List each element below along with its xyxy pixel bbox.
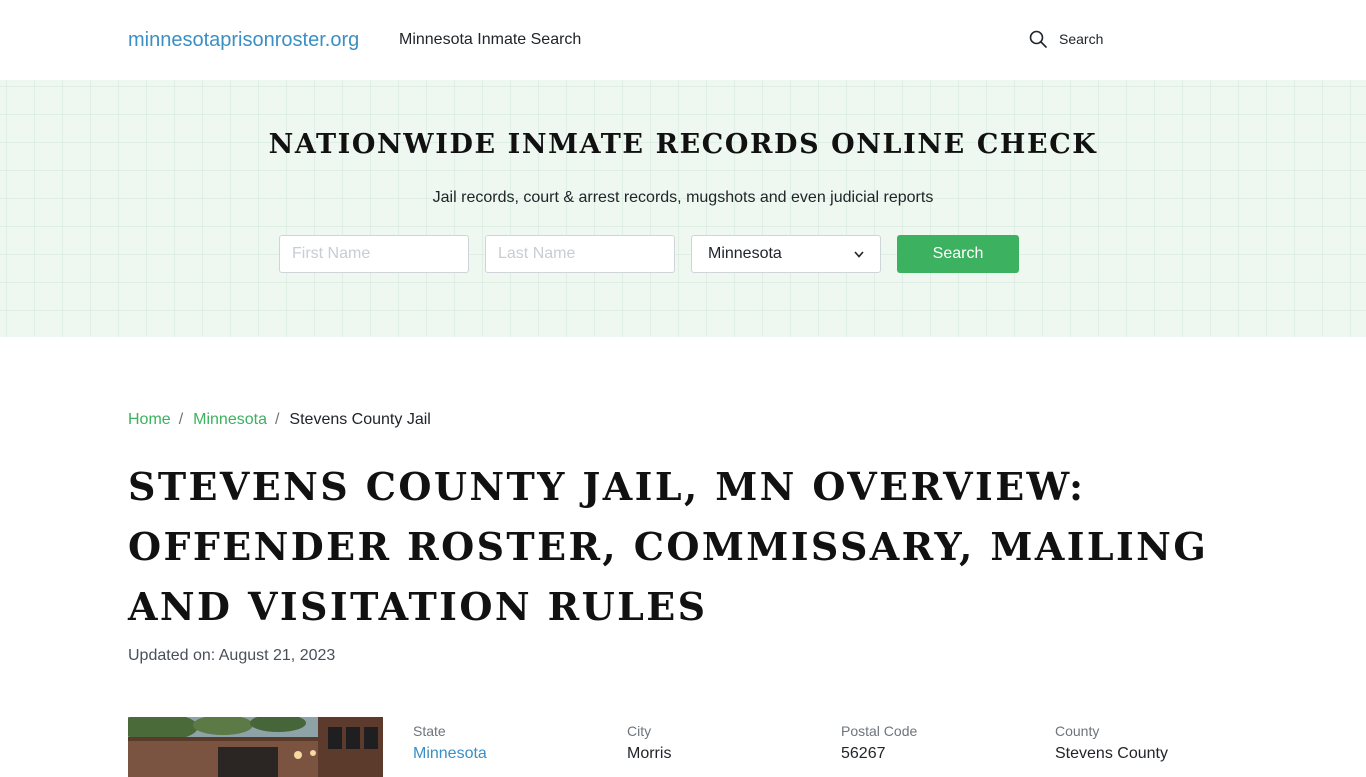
breadcrumb-state-link[interactable]: Minnesota xyxy=(193,410,267,430)
page-title: Stevens County Jail, MN Overview: Offend… xyxy=(128,464,1209,629)
facility-photo-image xyxy=(128,717,383,777)
facility-photo xyxy=(128,717,383,777)
breadcrumb-separator: / xyxy=(178,411,184,428)
postal-code-value: 56267 xyxy=(841,745,886,762)
info-state: State Minnesota xyxy=(413,723,487,764)
city-value: Morris xyxy=(627,745,672,762)
info-county: County Stevens County xyxy=(1055,723,1168,764)
info-postal-code: Postal Code 56267 xyxy=(841,723,917,764)
county-label: County xyxy=(1055,723,1100,739)
site-logo-link[interactable]: minnesotaprisonroster.org xyxy=(128,28,359,52)
breadcrumb: Home / Minnesota / Stevens County Jail xyxy=(128,410,431,430)
breadcrumb-current: Stevens County Jail xyxy=(289,411,431,428)
state-value-link[interactable]: Minnesota xyxy=(413,744,487,764)
search-submit-button[interactable]: Search xyxy=(897,235,1019,273)
city-label: City xyxy=(627,723,652,739)
hero-title: NATIONWIDE INMATE RECORDS ONLINE CHECK xyxy=(268,129,1098,160)
updated-date: Updated on: August 21, 2023 xyxy=(128,647,336,664)
county-value: Stevens County xyxy=(1055,745,1168,762)
info-city: City Morris xyxy=(627,723,671,764)
search-icon xyxy=(1029,30,1047,48)
site-header: minnesotaprisonroster.org Minnesota Inma… xyxy=(0,0,1366,80)
state-select[interactable]: Minnesota xyxy=(691,235,881,273)
last-name-input[interactable] xyxy=(485,235,675,273)
hero-subtitle: Jail records, court & arrest records, mu… xyxy=(432,189,934,206)
hero-search-section: NATIONWIDE INMATE RECORDS ONLINE CHECK J… xyxy=(0,80,1366,337)
breadcrumb-home-link[interactable]: Home xyxy=(128,410,171,430)
state-select-value: Minnesota xyxy=(708,245,782,262)
postal-code-label: Postal Code xyxy=(841,723,918,739)
header-search-button[interactable]: Search xyxy=(1029,29,1103,49)
chevron-down-icon xyxy=(854,250,864,258)
breadcrumb-separator: / xyxy=(274,411,280,428)
header-search-label: Search xyxy=(1059,31,1104,47)
state-label: State xyxy=(413,723,446,739)
nav-inmate-search-link[interactable]: Minnesota Inmate Search xyxy=(399,30,581,50)
first-name-input[interactable] xyxy=(279,235,469,273)
